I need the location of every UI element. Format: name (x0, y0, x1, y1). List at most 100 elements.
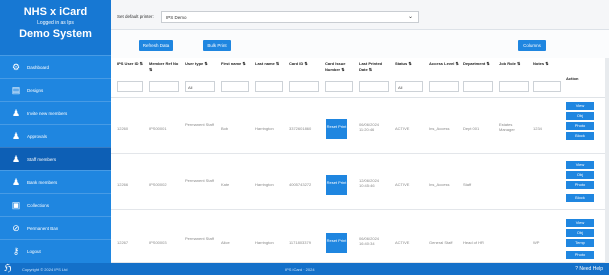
column-header: Action (566, 76, 579, 81)
bulk-print-button[interactable]: Bulk Print (203, 40, 231, 51)
toolbar: Refresh Data Bulk Print 1-10 of 130 reco… (111, 30, 609, 80)
view-button[interactable]: View (566, 161, 594, 169)
sidebar-item-dashboard[interactable]: ⚙ Dashboard (0, 55, 111, 78)
sidebar-item-label: Invite new members (27, 110, 68, 116)
column-header[interactable]: Status ⇅ (395, 61, 417, 67)
filter-input[interactable] (429, 81, 459, 92)
cell-department: Head of HR (463, 240, 484, 245)
column-header[interactable]: Job Role ⇅ (499, 61, 531, 67)
column-header[interactable]: Last name ⇅ (255, 61, 283, 67)
sidebar-item-staff[interactable]: ♟ Staff members (0, 147, 111, 170)
printer-label: Set default printer: (117, 14, 154, 19)
filter-input[interactable] (117, 81, 143, 92)
users-icon: ♟ (11, 130, 21, 141)
filter-input[interactable] (221, 81, 249, 92)
cell-access-level: General Staff (429, 240, 453, 245)
filter-input[interactable] (255, 81, 283, 92)
filter-input[interactable] (325, 81, 353, 92)
cell-member-ref: IPS00003 (149, 240, 167, 245)
brand: NHS x iCard Logged in as Ips Demo System (0, 0, 111, 55)
footer: ℌ Copyright © 2024 IPS Ltd IPS iCard · 2… (0, 263, 609, 275)
vertical-scrollbar[interactable] (605, 58, 609, 263)
column-header[interactable]: Access Level ⇅ (429, 61, 461, 67)
add-user-icon: ♟ (11, 107, 21, 118)
reset-print-button[interactable]: Reset Print (326, 119, 347, 139)
cell-department: Dept 001 (463, 126, 480, 131)
sidebar-item-label: Logout (27, 248, 41, 254)
filter-input[interactable] (499, 81, 529, 92)
photo-button[interactable]: Photo (566, 181, 594, 189)
column-header[interactable]: Card Issue Number ⇅ (325, 61, 357, 73)
footer-copyright: Copyright © 2024 IPS Ltd (22, 267, 68, 272)
column-header[interactable]: User type ⇅ (185, 61, 215, 67)
cell-last-printed: 12/06/2024 10:45:46 (359, 178, 380, 188)
printer-select[interactable]: IPS Demo ⌄ (161, 11, 419, 23)
cell-member-ref: IPS00002 (149, 182, 167, 187)
sidebar-item-invite[interactable]: ♟ Invite new members (0, 101, 111, 124)
photo-button[interactable]: Photo (566, 122, 594, 130)
cell-card-id: 3372601860 (289, 126, 312, 131)
id-card-icon: ▣ (11, 199, 21, 210)
filter-user-type[interactable]: All (185, 81, 215, 92)
obj-button[interactable]: Obj (566, 112, 594, 120)
sidebar-item-bank[interactable]: ♟ Bank members (0, 170, 111, 193)
sidebar-item-label: Approvals (27, 133, 48, 139)
column-header[interactable]: Member Ref No ⇅ (149, 61, 181, 73)
block-button[interactable]: Block (566, 194, 594, 202)
cell-ips-user-id: 12267 (117, 240, 129, 245)
reset-print-button[interactable]: Reset Print (326, 175, 347, 195)
photo-button[interactable]: Photo (566, 251, 594, 259)
bank-user-icon: ♟ (11, 176, 21, 187)
view-button[interactable]: View (566, 102, 594, 110)
block-button[interactable]: Block (566, 132, 594, 140)
temp-button[interactable]: Temp (566, 239, 594, 247)
cell-first-name: Alice (221, 240, 230, 245)
sidebar: NHS x iCard Logged in as Ips Demo System… (0, 0, 111, 263)
column-header[interactable]: Card ID ⇅ (289, 61, 321, 67)
chevron-down-icon: ⌄ (407, 14, 413, 20)
sidebar-item-label: Dashboard (27, 64, 50, 70)
column-header[interactable]: First name ⇅ (221, 61, 249, 67)
column-header[interactable]: Department ⇅ (463, 61, 493, 67)
cell-notes: 1234 (533, 126, 542, 131)
cell-job-role: Estates Manager (499, 122, 515, 132)
settings-icon: ⚙ (11, 61, 21, 72)
cell-last-printed: 06/06/2024 11:20:46 (359, 122, 380, 132)
refresh-data-button[interactable]: Refresh Data (139, 40, 173, 51)
cell-last-printed: 06/06/2024 16:40:34 (359, 236, 380, 246)
sidebar-item-approvals[interactable]: ♟ Approvals (0, 124, 111, 147)
footer-logo-icon: ℌ (4, 263, 12, 274)
filter-input[interactable] (533, 81, 561, 92)
column-header[interactable]: Notes ⇅ (533, 61, 559, 67)
need-help-link[interactable]: ? Need Help (575, 266, 603, 272)
obj-button[interactable]: Obj (566, 229, 594, 237)
reset-print-button[interactable]: Reset Print (326, 233, 347, 253)
sidebar-item-designs[interactable]: ▤ Designs (0, 78, 111, 101)
obj-button[interactable]: Obj (566, 171, 594, 179)
column-header[interactable]: Last Printed Date ⇅ (359, 61, 391, 73)
cell-member-ref: IPS00001 (149, 126, 167, 131)
view-button[interactable]: View (566, 219, 594, 227)
card-icon: ▤ (11, 84, 21, 95)
filter-input[interactable] (359, 81, 389, 92)
sidebar-item-ban[interactable]: ⊘ Permanent Ban (0, 216, 111, 239)
footer-version: IPS iCard · 2024 (285, 267, 315, 272)
ban-icon: ⊘ (12, 222, 20, 233)
cell-first-name: Bob (221, 126, 229, 131)
cell-first-name: Kate (221, 182, 230, 187)
system-name: Demo System (19, 28, 92, 40)
table-row: 12260 IPS00001 Permanent Staff Bob Harri… (111, 98, 609, 154)
cell-ips-user-id: 12260 (117, 126, 129, 131)
sidebar-item-collections[interactable]: ▣ Collections (0, 193, 111, 216)
sidebar-item-logout[interactable]: ⚷ Logout (0, 239, 111, 262)
cell-last-name: Harrington (255, 126, 274, 131)
filter-input[interactable] (289, 81, 319, 92)
filter-input[interactable] (463, 81, 493, 92)
filter-input[interactable] (149, 81, 179, 92)
key-icon: ⚷ (12, 245, 20, 256)
filter-status[interactable]: All (395, 81, 423, 92)
printer-bar: Set default printer: IPS Demo ⌄ (111, 0, 609, 30)
column-header[interactable]: IPS User ID ⇅ (117, 61, 145, 67)
printer-value: IPS Demo (166, 15, 187, 20)
columns-button[interactable]: Columns (518, 40, 546, 51)
